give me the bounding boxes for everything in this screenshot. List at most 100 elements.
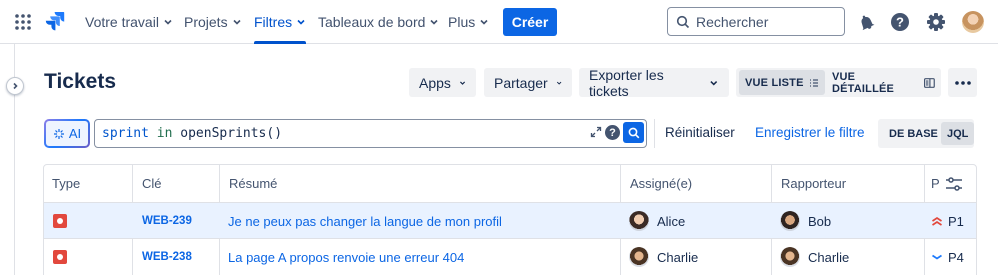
chevron-down-icon — [556, 81, 562, 85]
bug-icon — [53, 250, 67, 264]
avatar — [780, 247, 800, 267]
help-icon[interactable]: ? — [889, 11, 911, 33]
create-button[interactable]: Créer — [503, 8, 557, 36]
column-header-priority[interactable]: P — [925, 165, 945, 202]
sidebar-expand-button[interactable] — [6, 77, 24, 95]
list-icon — [809, 78, 818, 87]
more-actions-button[interactable] — [948, 68, 977, 97]
jql-help-icon[interactable]: ? — [605, 125, 620, 140]
detail-view-button[interactable]: VUE DÉTAILLÉE — [826, 70, 941, 95]
nav-item-label: Plus — [448, 14, 476, 30]
table-row[interactable]: WEB-238 La page A propos renvoie une err… — [44, 238, 976, 275]
column-header-assignee[interactable]: Assigné(e) — [622, 165, 692, 202]
share-button[interactable]: Partager — [484, 68, 572, 97]
page-title: Tickets — [44, 70, 116, 93]
nav-item-more[interactable]: Plus — [448, 0, 489, 44]
settings-icon[interactable] — [925, 11, 947, 33]
chevron-down-icon — [297, 19, 305, 25]
issues-table: Type Clé Résumé Assigné(e) Rapporteur P … — [43, 164, 977, 275]
chevron-down-icon — [430, 19, 438, 25]
assignee-cell[interactable]: Alice — [629, 203, 685, 239]
chevron-down-icon — [164, 19, 172, 25]
reporter-name: Charlie — [808, 249, 850, 265]
column-header-key[interactable]: Clé — [134, 165, 162, 202]
reporter-cell[interactable]: Charlie — [780, 239, 849, 275]
basic-mode-button[interactable]: DE BASE — [883, 122, 944, 145]
issue-summary-link[interactable]: Je ne peux pas changer la langue de mon … — [228, 203, 502, 239]
ai-search-button[interactable]: AI — [44, 119, 90, 148]
search-icon — [676, 15, 690, 28]
save-filter-button[interactable]: Enregistrer le filtre — [755, 125, 865, 140]
nav-item-your-work[interactable]: Votre travail — [85, 0, 173, 44]
avatar — [780, 211, 800, 231]
global-search-input[interactable]: Rechercher — [667, 7, 845, 36]
bug-icon — [53, 214, 67, 228]
nav-item-label: Votre travail — [85, 14, 159, 30]
top-navigation: Votre travail Projets Filtres Tableaux d… — [0, 0, 998, 44]
chevron-right-icon — [13, 82, 18, 90]
priority-label: P1 — [948, 213, 964, 229]
jira-logo-icon[interactable] — [43, 9, 67, 33]
chevron-down-icon — [710, 80, 718, 86]
chevron-down-icon — [480, 19, 488, 25]
column-header-summary[interactable]: Résumé — [221, 165, 277, 202]
view-switcher: VUE LISTE VUE DÉTAILLÉE — [736, 68, 941, 97]
jql-query-input[interactable]: sprint in openSprints() — [94, 119, 647, 148]
issue-key-link[interactable]: WEB-239 — [142, 203, 192, 239]
ai-label: AI — [68, 126, 82, 141]
detail-view-label: VUE DÉTAILLÉE — [832, 70, 895, 95]
column-header-reporter[interactable]: Rapporteur — [773, 165, 846, 202]
reset-button[interactable]: Réinitialiser — [665, 125, 735, 140]
search-mode-switcher: DE BASE JQL — [878, 119, 975, 148]
reporter-name: Bob — [808, 213, 832, 229]
export-issues-button[interactable]: Exporter les tickets — [579, 66, 729, 99]
search-placeholder: Rechercher — [696, 13, 769, 30]
jql-operator: in — [148, 126, 181, 141]
assignee-cell[interactable]: Charlie — [629, 239, 698, 275]
priority-cell[interactable]: P4 — [931, 239, 964, 275]
sparkle-icon — [53, 128, 64, 139]
apps-label: Apps — [419, 74, 451, 91]
jql-field: sprint — [102, 126, 149, 141]
nav-item-filters[interactable]: Filtres — [254, 0, 307, 44]
avatar — [629, 247, 649, 267]
priority-low-icon — [932, 254, 942, 260]
toolbar-divider — [654, 119, 655, 148]
svg-text:?: ? — [896, 15, 904, 30]
nav-item-projects[interactable]: Projets — [184, 0, 242, 44]
nav-item-label: Tableaux de bord — [318, 14, 426, 30]
list-view-button[interactable]: VUE LISTE — [739, 70, 825, 95]
column-header-type[interactable]: Type — [44, 165, 80, 202]
column-config-icon — [946, 177, 962, 191]
priority-highest-icon — [932, 216, 942, 226]
chevron-down-icon — [233, 19, 241, 25]
reporter-cell[interactable]: Bob — [780, 203, 831, 239]
issue-key-link[interactable]: WEB-238 — [142, 239, 192, 275]
chevron-down-icon — [459, 81, 465, 85]
user-avatar[interactable] — [962, 11, 984, 33]
nav-item-label: Filtres — [254, 14, 293, 30]
more-icon — [954, 80, 971, 85]
jql-mode-button[interactable]: JQL — [941, 122, 975, 145]
export-label: Exporter les tickets — [589, 66, 664, 99]
priority-label: P4 — [948, 249, 964, 265]
column-settings-button[interactable] — [944, 174, 964, 199]
notifications-icon[interactable] — [855, 11, 877, 33]
jql-query-text: sprint in openSprints() — [102, 126, 282, 141]
apps-button[interactable]: Apps — [409, 68, 476, 97]
expand-icon[interactable] — [590, 126, 602, 138]
detail-view-icon — [924, 77, 935, 88]
assignee-name: Alice — [657, 213, 686, 229]
table-row[interactable]: WEB-239 Je ne peux pas changer la langue… — [44, 202, 976, 239]
assignee-name: Charlie — [657, 249, 699, 265]
nav-item-dashboards[interactable]: Tableaux de bord — [318, 0, 439, 44]
issue-summary-link[interactable]: La page A propos renvoie une erreur 404 — [228, 239, 464, 275]
list-view-label: VUE LISTE — [745, 76, 804, 89]
jql-search-button[interactable] — [623, 122, 644, 143]
nav-item-label: Projets — [184, 14, 228, 30]
avatar — [629, 211, 649, 231]
jql-function: openSprints() — [180, 126, 283, 141]
search-icon — [628, 127, 639, 138]
priority-cell[interactable]: P1 — [931, 203, 964, 239]
app-switcher-icon[interactable] — [14, 13, 32, 31]
